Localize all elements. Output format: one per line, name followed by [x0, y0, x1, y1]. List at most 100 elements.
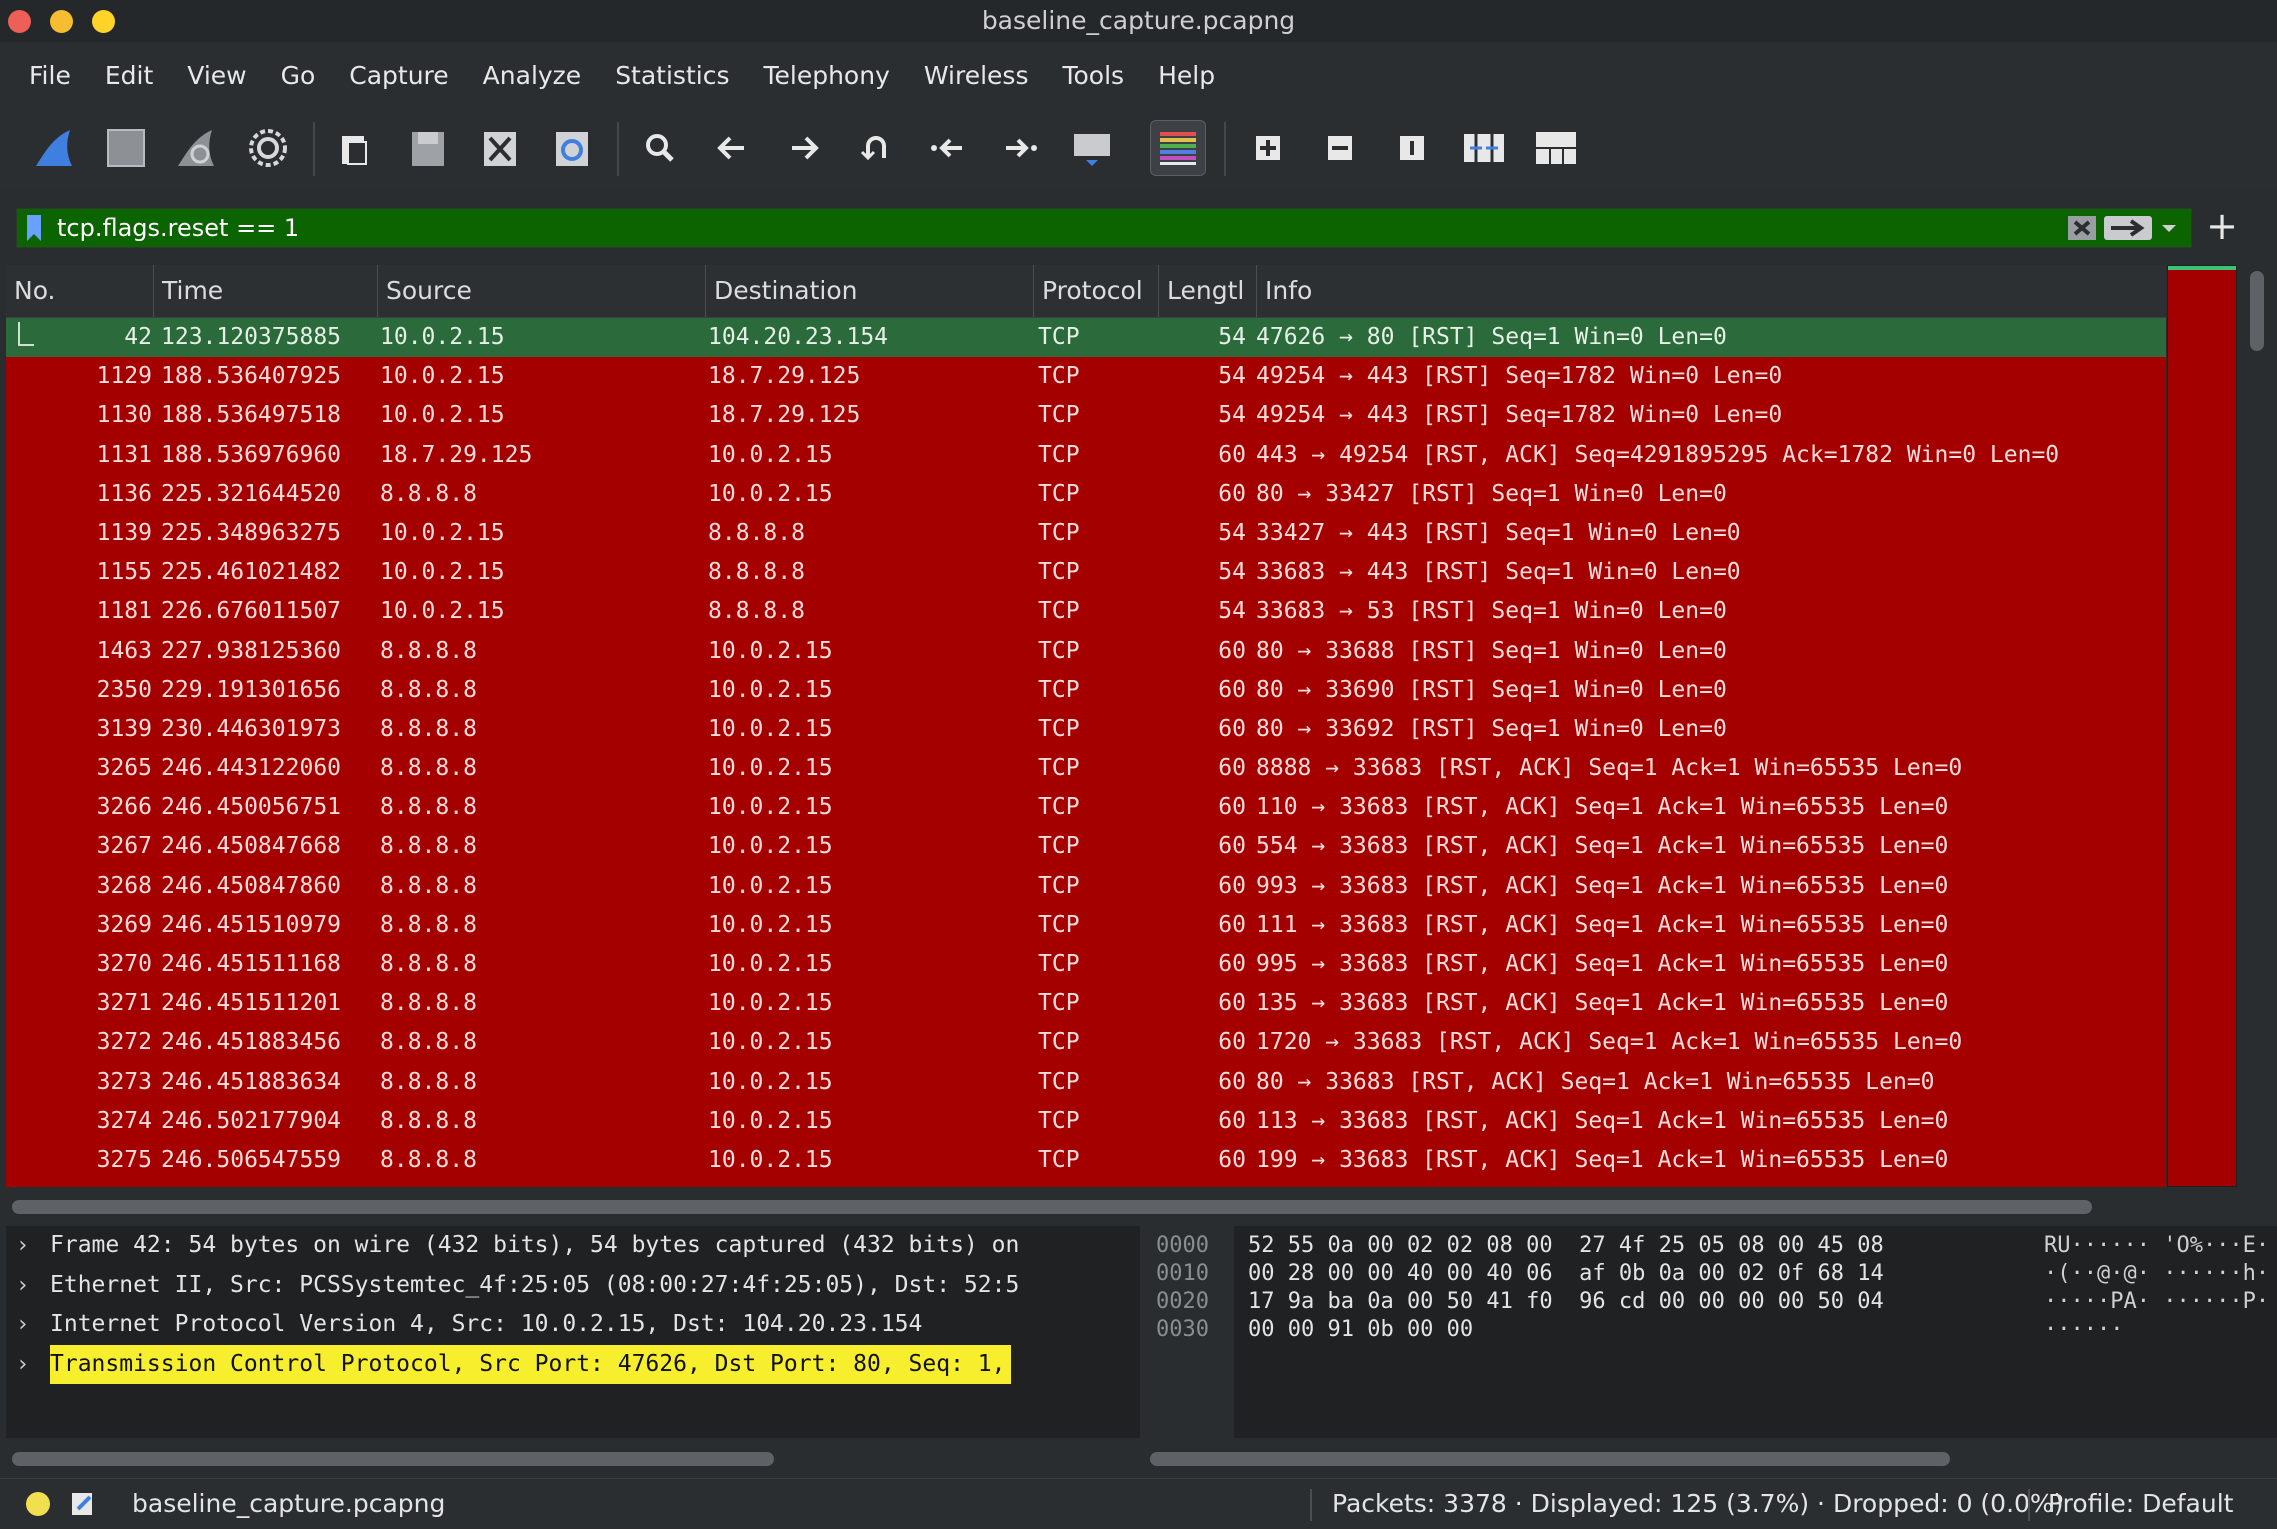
table-row[interactable]: 3269 246.451510979 8.8.8.8 10.0.2.15 TCP 60 11… — [6, 906, 2166, 945]
scrollbar-thumb[interactable] — [12, 1452, 774, 1466]
packet-list-horizontal-scrollbar[interactable] — [6, 1190, 2236, 1224]
colorize-icon[interactable] — [1150, 120, 1206, 176]
menu-telephony[interactable]: Telephony — [746, 61, 906, 90]
reload-file-icon[interactable] — [544, 120, 600, 176]
table-row[interactable]: 1181 226.676011507 10.0.2.15 8.8.8.8 TCP 54 33… — [6, 592, 2166, 631]
scrollbar-thumb[interactable] — [2250, 271, 2264, 351]
table-row[interactable]: 1155 225.461021482 10.0.2.15 8.8.8.8 TCP 54 33… — [6, 553, 2166, 592]
last-packet-icon[interactable] — [992, 120, 1048, 176]
table-row[interactable]: 3268 246.450847860 8.8.8.8 10.0.2.15 TCP 60 99… — [6, 867, 2166, 906]
bytes-hex[interactable]: 00 28 00 00 40 00 40 06 af 0b 0a 00 02 0… — [1248, 1260, 1884, 1288]
table-row[interactable]: 3266 246.450056751 8.8.8.8 10.0.2.15 TCP 60 11… — [6, 788, 2166, 827]
chevron-right-icon[interactable]: › — [16, 1305, 29, 1345]
bytes-hex[interactable]: 52 55 0a 00 02 02 08 00 27 4f 25 05 08 0… — [1248, 1232, 1884, 1260]
table-row[interactable]: 3265 246.443122060 8.8.8.8 10.0.2.15 TCP 60 88… — [6, 749, 2166, 788]
scrollbar-thumb[interactable] — [12, 1200, 2092, 1214]
apply-filter-icon[interactable] — [2103, 213, 2153, 243]
bytes-offset[interactable]: 0030 — [1156, 1316, 1209, 1344]
zoom-normal-icon[interactable] — [1384, 120, 1440, 176]
menu-statistics[interactable]: Statistics — [598, 61, 746, 90]
bytes-ascii[interactable]: RU······ 'O%···E· — [2044, 1232, 2269, 1260]
table-row[interactable]: 3271 246.451511201 8.8.8.8 10.0.2.15 TCP 60 13… — [6, 984, 2166, 1023]
table-row[interactable]: 1129 188.536407925 10.0.2.15 18.7.29.125 TCP… — [6, 357, 2166, 396]
table-row[interactable]: 3275 246.506547559 8.8.8.8 10.0.2.15 TCP 60 19… — [6, 1141, 2166, 1180]
chevron-right-icon[interactable]: › — [16, 1226, 29, 1266]
column-header-destination[interactable]: Destination — [706, 265, 1034, 317]
menu-capture[interactable]: Capture — [332, 61, 465, 90]
open-file-icon[interactable] — [328, 120, 384, 176]
table-row[interactable]: 1463 227.938125360 8.8.8.8 10.0.2.15 TCP 60 80… — [6, 632, 2166, 671]
table-row[interactable]: 3270 246.451511168 8.8.8.8 10.0.2.15 TCP 60 99… — [6, 945, 2166, 984]
bytes-ascii[interactable]: ·(··@·@· ······h· — [2044, 1260, 2269, 1288]
bytes-offset[interactable]: 0000 — [1156, 1232, 1209, 1260]
packet-minimap[interactable] — [2167, 265, 2237, 1187]
table-row[interactable]: 3273 246.451883634 8.8.8.8 10.0.2.15 TCP 60 80… — [6, 1063, 2166, 1102]
column-header-info[interactable]: Info — [1257, 265, 2166, 317]
chevron-right-icon[interactable]: › — [16, 1266, 29, 1306]
menu-wireless[interactable]: Wireless — [907, 61, 1046, 90]
shark-fin-restart-icon[interactable] — [168, 120, 224, 176]
stop-square-icon[interactable] — [98, 120, 154, 176]
table-row[interactable]: 1136 225.321644520 8.8.8.8 10.0.2.15 TCP 60 80… — [6, 475, 2166, 514]
bytes-offset[interactable]: 0010 — [1156, 1260, 1209, 1288]
table-row[interactable]: 42 123.120375885 10.0.2.15 104.20.23.154 TCP… — [6, 318, 2166, 358]
close-file-icon[interactable] — [472, 120, 528, 176]
table-row[interactable]: 1139 225.348963275 10.0.2.15 8.8.8.8 TCP 54 33… — [6, 514, 2166, 553]
packet-list[interactable]: No. Time Source Destination Protocol Len… — [6, 265, 2166, 1187]
layout-icon[interactable] — [1528, 120, 1584, 176]
zoom-in-icon[interactable] — [1240, 120, 1296, 176]
autoscroll-icon[interactable] — [1064, 120, 1120, 176]
packet-bytes-pane[interactable]: 0000 52 55 0a 00 02 02 08 00 27 4f 25 05 … — [1146, 1226, 2277, 1438]
details-tree-item[interactable]: › Internet Protocol Version 4, Src: 10.0.… — [6, 1305, 1140, 1345]
column-header-no[interactable]: No. — [6, 265, 154, 317]
table-row[interactable]: 3139 230.446301973 8.8.8.8 10.0.2.15 TCP 60 80… — [6, 710, 2166, 749]
resize-columns-icon[interactable] — [1456, 120, 1512, 176]
menu-tools[interactable]: Tools — [1045, 61, 1141, 90]
table-row[interactable]: 2350 229.191301656 8.8.8.8 10.0.2.15 TCP 60 80… — [6, 671, 2166, 710]
status-profile[interactable]: Profile: Default — [2048, 1479, 2233, 1529]
chevron-right-icon[interactable]: › — [16, 1345, 29, 1385]
bytes-hex[interactable]: 00 00 91 0b 00 00 — [1248, 1316, 1473, 1344]
column-header-source[interactable]: Source — [378, 265, 706, 317]
expert-info-icon[interactable] — [26, 1492, 50, 1516]
menu-view[interactable]: View — [170, 61, 263, 90]
column-header-length[interactable]: Lengtl — [1159, 265, 1257, 317]
packet-list-vertical-scrollbar[interactable] — [2244, 265, 2270, 1187]
bytes-hex[interactable]: 17 9a ba 0a 00 50 41 f0 96 cd 00 00 00 0… — [1248, 1288, 1884, 1316]
go-to-packet-icon[interactable] — [848, 120, 904, 176]
details-horizontal-scrollbar[interactable] — [6, 1442, 1140, 1474]
menu-edit[interactable]: Edit — [88, 61, 170, 90]
shark-fin-start-icon[interactable] — [26, 120, 82, 176]
bookmark-icon[interactable] — [25, 215, 43, 241]
table-row[interactable]: 3272 246.451883456 8.8.8.8 10.0.2.15 TCP 60 17… — [6, 1023, 2166, 1062]
bytes-ascii[interactable]: ·····PA· ······P· — [2044, 1288, 2269, 1316]
table-row[interactable]: 1130 188.536497518 10.0.2.15 18.7.29.125 TCP… — [6, 396, 2166, 435]
table-row[interactable]: 3274 246.502177904 8.8.8.8 10.0.2.15 TCP 60 11… — [6, 1102, 2166, 1141]
column-header-time[interactable]: Time — [154, 265, 378, 317]
bytes-ascii[interactable]: ······ — [2044, 1316, 2123, 1344]
capture-comment-icon[interactable] — [70, 1491, 96, 1517]
save-file-icon[interactable] — [400, 120, 456, 176]
packet-details-pane[interactable]: › Frame 42: 54 bytes on wire (432 bits), … — [6, 1226, 1140, 1438]
chevron-down-icon[interactable] — [2157, 213, 2181, 243]
menu-go[interactable]: Go — [264, 61, 333, 90]
menu-file[interactable]: File — [12, 61, 88, 90]
menu-help[interactable]: Help — [1141, 61, 1232, 90]
scrollbar-thumb[interactable] — [1150, 1452, 1950, 1466]
first-packet-icon[interactable] — [920, 120, 976, 176]
display-filter-input[interactable] — [57, 209, 2047, 247]
table-row[interactable]: 1131 188.536976960 18.7.29.125 10.0.2.15 TCP… — [6, 436, 2166, 475]
clear-filter-icon[interactable] — [2067, 213, 2097, 243]
arrow-right-icon[interactable] — [776, 120, 832, 176]
menu-analyze[interactable]: Analyze — [466, 61, 599, 90]
column-header-protocol[interactable]: Protocol — [1034, 265, 1159, 317]
bytes-offset[interactable]: 0020 — [1156, 1288, 1209, 1316]
bytes-horizontal-scrollbar[interactable] — [1146, 1442, 2277, 1474]
table-row[interactable]: 3267 246.450847668 8.8.8.8 10.0.2.15 TCP 60 55… — [6, 827, 2166, 866]
details-tree-item[interactable]: › Transmission Control Protocol, Src Port… — [6, 1344, 1140, 1385]
details-tree-item[interactable]: › Frame 42: 54 bytes on wire (432 bits), … — [6, 1226, 1140, 1266]
search-icon[interactable] — [632, 120, 688, 176]
details-tree-item[interactable]: › Ethernet II, Src: PCSSystemtec_4f:25:05… — [6, 1266, 1140, 1306]
zoom-out-icon[interactable] — [1312, 120, 1368, 176]
gear-options-icon[interactable] — [240, 120, 296, 176]
